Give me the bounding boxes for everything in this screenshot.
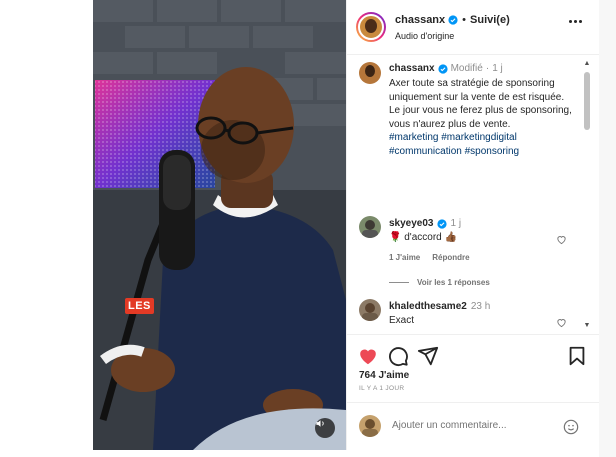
caption-paragraph-2: Le jour vous ne ferez plus de sponsoring… [389, 105, 572, 130]
comment-likes-count[interactable]: 1 J'aime [389, 253, 420, 262]
comment-icon[interactable] [387, 345, 409, 367]
caption-author-avatar[interactable] [359, 62, 381, 84]
video-frame-illustration [93, 0, 346, 450]
comment-text: Exact [389, 315, 415, 326]
speaker-icon [316, 420, 324, 427]
comments-scrollbar[interactable]: ▲ ▼ [583, 60, 591, 330]
more-options-icon[interactable] [569, 20, 582, 23]
comment-header: skyeye03 1 j [389, 218, 461, 229]
page-scrollbar[interactable] [599, 0, 616, 457]
comment-header: khaledthesame2 23 h [389, 301, 490, 312]
add-comment-input[interactable] [392, 420, 562, 431]
caption-header: chassanx Modifié · 1 j [389, 63, 503, 74]
scroll-up-arrow-icon[interactable]: ▲ [583, 60, 591, 68]
post-media-video[interactable]: LES [93, 0, 346, 450]
comment-timestamp[interactable]: 23 h [471, 301, 490, 312]
add-comment-bar [347, 402, 600, 450]
paper-plane-icon[interactable] [417, 345, 439, 367]
caption-author-username[interactable]: chassanx [389, 63, 435, 74]
comment-timestamp[interactable]: 1 j [451, 218, 462, 229]
replies-divider [389, 282, 409, 283]
comment-like-heart-icon[interactable] [556, 317, 567, 328]
edited-label: Modifié [450, 63, 483, 74]
heart-icon[interactable] [357, 345, 379, 367]
verified-badge-icon [438, 63, 448, 74]
caption-hashtags[interactable]: #marketing #marketingdigital #communicat… [389, 131, 579, 158]
separator-dot: • [462, 14, 467, 26]
author-row: chassanx • Suivi(e) [395, 14, 510, 26]
view-replies-label: Voir les 1 réponses [417, 278, 490, 287]
verified-badge-icon [448, 15, 458, 25]
commenter-avatar[interactable] [359, 216, 381, 238]
separator-dot: · [485, 63, 490, 74]
view-replies-button[interactable]: Voir les 1 réponses [389, 278, 490, 287]
current-user-avatar [359, 415, 381, 437]
bookmark-icon[interactable] [566, 345, 588, 367]
comments-section[interactable]: chassanx Modifié · 1 j Axer toute sa str… [347, 56, 600, 334]
comment-like-heart-icon[interactable] [556, 234, 567, 245]
comment-actions: 1 J'aime Répondre [389, 253, 470, 262]
post-details-panel: chassanx • Suivi(e) Audio d'origine chas… [346, 0, 600, 450]
likes-count[interactable]: 764 J'aime [359, 370, 409, 381]
caption-text: Axer toute sa stratégie de sponsoring un… [389, 77, 579, 158]
commenter-username[interactable]: skyeye03 [389, 218, 434, 229]
video-subtitle-badge: LES [125, 298, 154, 314]
mute-toggle-button[interactable] [315, 418, 335, 438]
smiley-icon[interactable] [563, 419, 579, 435]
caption-timestamp[interactable]: 1 j [492, 63, 503, 74]
commenter-username[interactable]: khaledthesame2 [389, 301, 467, 312]
commenter-avatar[interactable] [359, 299, 381, 321]
reply-button[interactable]: Répondre [432, 253, 469, 262]
scrollbar-thumb[interactable] [584, 72, 590, 130]
post-date[interactable]: IL Y A 1 JOUR [359, 385, 404, 392]
verified-badge-icon [436, 218, 447, 229]
author-avatar[interactable] [356, 12, 386, 42]
author-username[interactable]: chassanx [395, 14, 445, 26]
audio-label[interactable]: Audio d'origine [395, 31, 454, 41]
post-header: chassanx • Suivi(e) Audio d'origine [347, 0, 600, 55]
caption-paragraph-1: Axer toute sa stratégie de sponsoring un… [389, 78, 565, 103]
scroll-down-arrow-icon[interactable]: ▼ [583, 322, 591, 330]
follow-status-button[interactable]: Suivi(e) [470, 14, 510, 26]
comment-text: 🌹 d'accord 👍🏾 [389, 232, 457, 243]
